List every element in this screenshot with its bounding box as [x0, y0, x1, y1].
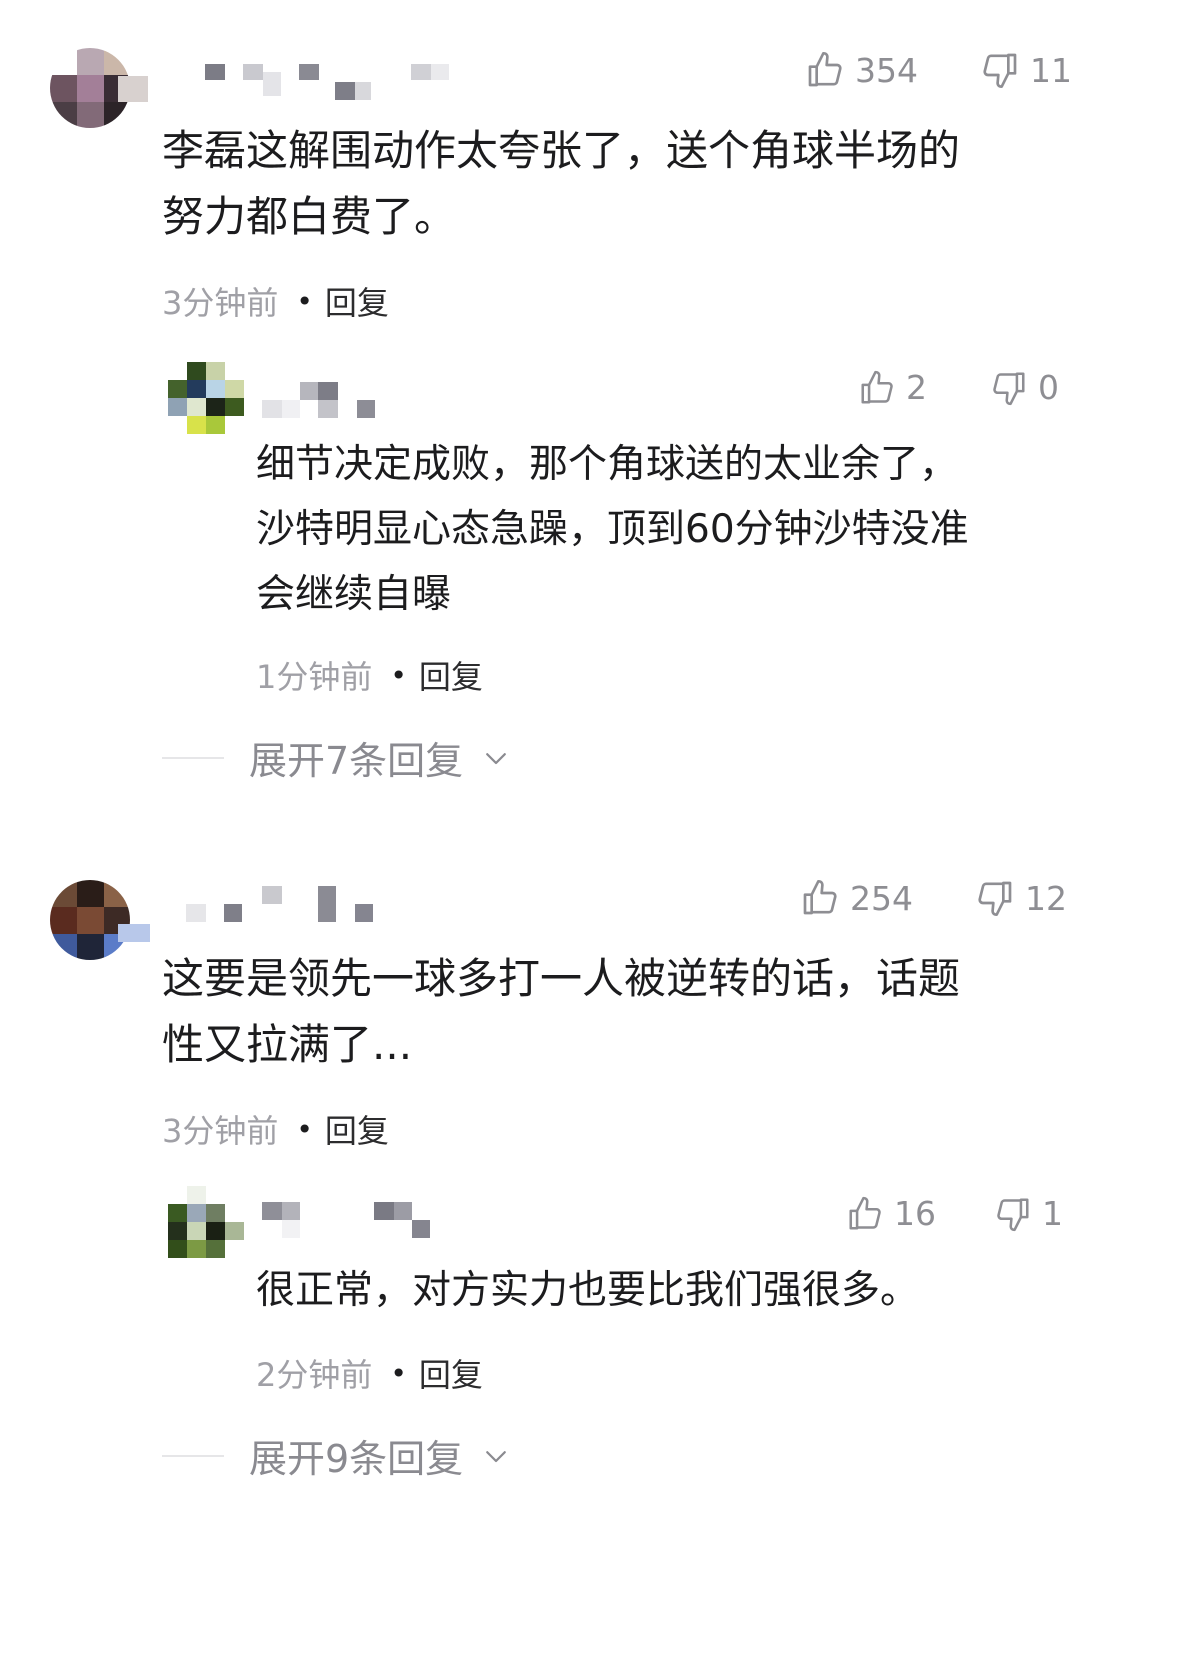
thumbs-down-icon — [993, 371, 1025, 405]
like-count: 254 — [850, 878, 913, 918]
separator-dot: • — [390, 1356, 407, 1390]
chevron-down-icon — [486, 1450, 507, 1462]
dislike-button[interactable]: 12 — [975, 878, 1067, 918]
reply-button[interactable]: 回复 — [325, 1106, 389, 1152]
reply-text: 很正常，对方实力也要比我们强很多。 — [256, 1258, 1086, 1323]
reply-meta: 2分钟前 • 回复 — [256, 1350, 483, 1396]
chevron-down-icon — [486, 752, 507, 764]
reply-text-line: 细节决定成败，那个角球送的太业余了， — [256, 442, 959, 487]
reply-button[interactable]: 回复 — [419, 652, 483, 698]
expand-replies-button[interactable]: 展开9条回复 — [162, 1428, 511, 1483]
thumbs-up-icon — [861, 370, 893, 404]
like-button[interactable]: 354 — [805, 50, 918, 90]
comment-text-line: 这要是领先一球多打一人被逆转的话，话题 — [162, 954, 961, 1003]
timestamp: 2分钟前 — [256, 1356, 373, 1394]
comment-text-line: 努力都白费了。 — [162, 192, 457, 241]
separator-dot: • — [296, 284, 313, 318]
username[interactable] — [262, 382, 377, 422]
comment-meta: 3分钟前 • 回复 — [162, 1106, 389, 1152]
reply-button[interactable]: 回复 — [325, 278, 389, 324]
divider-line — [162, 1454, 224, 1457]
comment-meta: 3分钟前 • 回复 — [162, 278, 389, 324]
comment-text-line: 李磊这解围动作太夸张了，送个角球半场的 — [162, 126, 961, 175]
expand-replies-label: 展开9条回复 — [249, 1437, 464, 1481]
avatar[interactable] — [50, 880, 130, 960]
thumbs-up-icon — [803, 880, 837, 915]
dislike-count: 1 — [1042, 1194, 1063, 1233]
like-button[interactable]: 254 — [800, 878, 913, 918]
avatar-fragment — [118, 924, 150, 942]
comment-text-line: 性又拉满了... — [162, 1020, 413, 1069]
timestamp: 1分钟前 — [256, 658, 373, 696]
timestamp: 3分钟前 — [162, 284, 279, 322]
divider-line — [162, 756, 224, 759]
like-count: 16 — [894, 1194, 936, 1233]
dislike-button[interactable]: 11 — [980, 50, 1072, 90]
like-count: 354 — [855, 50, 918, 90]
avatar[interactable] — [168, 1186, 244, 1258]
expand-replies-button[interactable]: 展开7条回复 — [162, 730, 511, 785]
reply-text-line: 沙特明显心态急躁，顶到60分钟沙特没准 — [256, 507, 969, 552]
avatar[interactable] — [168, 362, 244, 434]
like-button[interactable]: 2 — [858, 368, 927, 407]
username[interactable] — [205, 64, 450, 104]
username[interactable] — [262, 1202, 432, 1242]
comment-text: 这要是领先一球多打一人被逆转的话，话题 性又拉满了... — [162, 946, 1062, 1078]
comment-text: 李磊这解围动作太夸张了，送个角球半场的 努力都白费了。 — [162, 118, 1062, 250]
dislike-button[interactable]: 0 — [990, 368, 1059, 407]
separator-dot: • — [296, 1112, 313, 1146]
reply-text-line: 很正常，对方实力也要比我们强很多。 — [256, 1268, 920, 1313]
expand-replies-label: 展开7条回复 — [249, 739, 464, 783]
like-button[interactable]: 16 — [846, 1194, 936, 1233]
dislike-count: 12 — [1025, 878, 1067, 918]
thumbs-up-icon — [808, 52, 842, 87]
avatar-fragment — [118, 76, 148, 102]
like-count: 2 — [906, 368, 927, 407]
thumbs-down-icon — [978, 881, 1012, 916]
timestamp: 3分钟前 — [162, 1112, 279, 1150]
reply-text: 细节决定成败，那个角球送的太业余了， 沙特明显心态急躁，顶到60分钟沙特没准 会… — [256, 432, 1086, 627]
dislike-count: 0 — [1038, 368, 1059, 407]
thumbs-down-icon — [983, 53, 1017, 88]
thumbs-up-icon — [849, 1196, 881, 1230]
thumbs-down-icon — [997, 1197, 1029, 1231]
reply-button[interactable]: 回复 — [419, 1350, 483, 1396]
username[interactable] — [186, 886, 381, 926]
dislike-button[interactable]: 1 — [994, 1194, 1063, 1233]
separator-dot: • — [390, 658, 407, 692]
dislike-count: 11 — [1030, 50, 1072, 90]
reply-meta: 1分钟前 • 回复 — [256, 652, 483, 698]
reply-text-line: 会继续自曝 — [256, 572, 452, 617]
